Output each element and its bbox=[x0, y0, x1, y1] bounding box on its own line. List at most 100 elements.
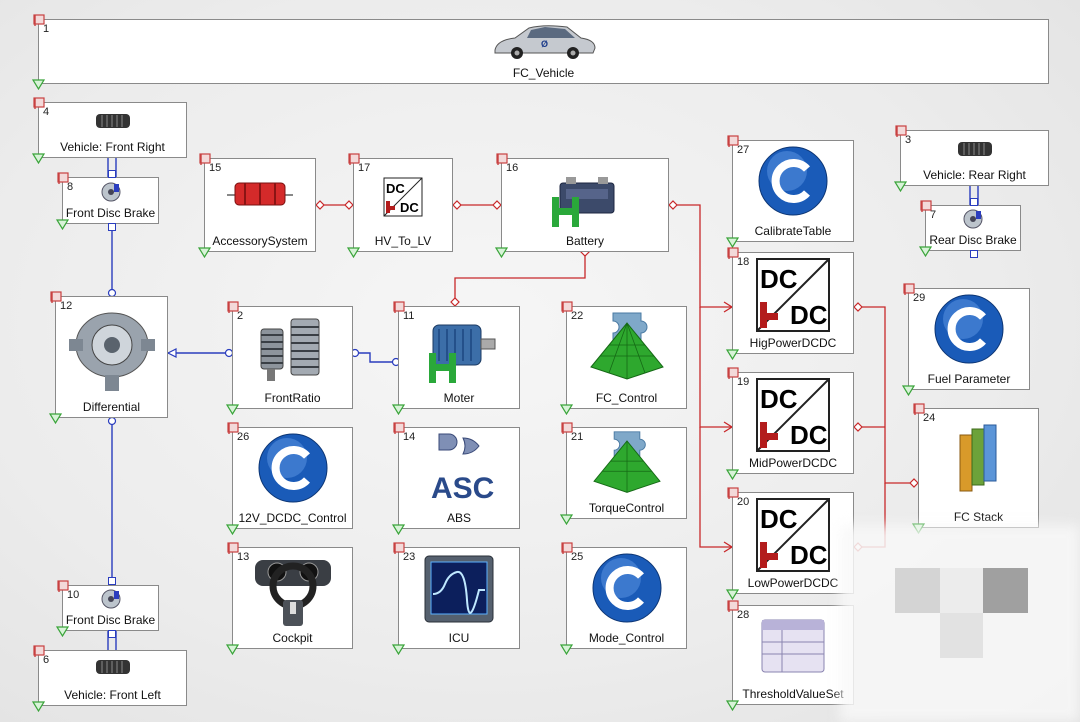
block-flag-icon[interactable] bbox=[496, 153, 508, 165]
block-flag-icon[interactable] bbox=[57, 172, 69, 184]
block-label: TorqueControl bbox=[588, 501, 665, 515]
dcdc-icon: DC DC bbox=[756, 498, 830, 572]
block-port-triangle-icon[interactable] bbox=[726, 699, 739, 711]
block-port-triangle-icon[interactable] bbox=[392, 523, 405, 535]
block-front-disc-brake-8[interactable]: 8 Front Disc Brake bbox=[56, 172, 159, 230]
svg-text:DC: DC bbox=[400, 200, 419, 215]
block-flag-icon[interactable] bbox=[561, 422, 573, 434]
block-port-triangle-icon[interactable] bbox=[560, 643, 573, 655]
block-fc-stack[interactable]: 24 FC Stack bbox=[912, 403, 1039, 534]
svg-text:DC: DC bbox=[386, 181, 405, 196]
block-label: ICU bbox=[448, 631, 470, 645]
block-flag-icon[interactable] bbox=[227, 422, 239, 434]
block-flag-icon[interactable] bbox=[727, 367, 739, 379]
block-accessory-system[interactable]: 15 AccessorySystem bbox=[198, 153, 316, 258]
block-flag-icon[interactable] bbox=[903, 283, 915, 295]
block-flag-icon[interactable] bbox=[393, 542, 405, 554]
block-port-triangle-icon[interactable] bbox=[726, 588, 739, 600]
block-port-triangle-icon[interactable] bbox=[919, 245, 932, 257]
block-port-triangle-icon[interactable] bbox=[894, 180, 907, 192]
block-flag-icon[interactable] bbox=[727, 600, 739, 612]
port-square[interactable] bbox=[108, 170, 116, 178]
block-12v-dcdc-control[interactable]: 26 12V_DCDC_Control bbox=[226, 422, 353, 535]
block-flag-icon[interactable] bbox=[727, 135, 739, 147]
block-fc-vehicle[interactable]: 1 Ø FC_Vehicle bbox=[32, 14, 1049, 90]
block-low-power-dcdc[interactable]: 20 DC DC LowPowerDCDC bbox=[726, 487, 854, 600]
block-front-right[interactable]: 4 Vehicle: Front Right bbox=[32, 97, 187, 164]
block-flag-icon[interactable] bbox=[348, 153, 360, 165]
block-flag-icon[interactable] bbox=[727, 487, 739, 499]
block-threshold-value-set[interactable]: 28 ThresholdValueSet bbox=[726, 600, 854, 711]
block-port-triangle-icon[interactable] bbox=[347, 246, 360, 258]
block-hv-to-lv[interactable]: 17 DC DC HV_To_LV bbox=[347, 153, 453, 258]
block-front-disc-brake-10[interactable]: 10 Front Disc Brake bbox=[56, 580, 159, 637]
block-port-triangle-icon[interactable] bbox=[49, 412, 62, 424]
block-flag-icon[interactable] bbox=[561, 301, 573, 313]
block-cockpit[interactable]: 13 Cockpit bbox=[226, 542, 353, 655]
block-flag-icon[interactable] bbox=[33, 14, 45, 26]
block-port-triangle-icon[interactable] bbox=[392, 643, 405, 655]
block-flag-icon[interactable] bbox=[727, 247, 739, 259]
block-label: HigPowerDCDC bbox=[749, 336, 837, 350]
block-port-triangle-icon[interactable] bbox=[32, 152, 45, 164]
block-port-triangle-icon[interactable] bbox=[226, 643, 239, 655]
block-flag-icon[interactable] bbox=[33, 645, 45, 657]
block-differential[interactable]: 12 Differential bbox=[49, 291, 168, 424]
block-mode-control[interactable]: 25 Mode_Control bbox=[560, 542, 687, 655]
block-hig-power-dcdc[interactable]: 18 DC DC HigPowerDCDC bbox=[726, 247, 854, 360]
block-front-left[interactable]: 6 Vehicle: Front Left bbox=[32, 645, 187, 712]
block-port-triangle-icon[interactable] bbox=[495, 246, 508, 258]
block-torque-control[interactable]: 21 TorqueControl bbox=[560, 422, 687, 525]
port-square[interactable] bbox=[970, 198, 978, 206]
block-flag-icon[interactable] bbox=[227, 542, 239, 554]
block-flag-icon[interactable] bbox=[199, 153, 211, 165]
block-port-triangle-icon[interactable] bbox=[226, 523, 239, 535]
block-flag-icon[interactable] bbox=[50, 291, 62, 303]
mosaic-block bbox=[940, 613, 983, 658]
block-fuel-parameter[interactable]: 29 Fuel Parameter bbox=[902, 283, 1030, 396]
block-calibrate-table[interactable]: 27 CalibrateTable bbox=[726, 135, 854, 248]
block-flag-icon[interactable] bbox=[913, 403, 925, 415]
block-port-triangle-icon[interactable] bbox=[560, 513, 573, 525]
block-fc-control[interactable]: 22 FC_Control bbox=[560, 301, 687, 415]
block-rear-right[interactable]: 3 Vehicle: Rear Right bbox=[894, 125, 1049, 192]
block-battery[interactable]: 16 Battery bbox=[495, 153, 669, 258]
port-square[interactable] bbox=[970, 250, 978, 258]
block-icu[interactable]: 23 ICU bbox=[392, 542, 520, 655]
block-port-triangle-icon[interactable] bbox=[56, 218, 69, 230]
block-flag-icon[interactable] bbox=[393, 422, 405, 434]
block-label: Moter bbox=[443, 391, 475, 405]
block-port-triangle-icon[interactable] bbox=[902, 384, 915, 396]
block-abs[interactable]: 14 ASC ABS bbox=[392, 422, 520, 535]
block-port-triangle-icon[interactable] bbox=[32, 78, 45, 90]
block-flag-icon[interactable] bbox=[920, 200, 932, 212]
block-port-triangle-icon[interactable] bbox=[726, 468, 739, 480]
block-mid-power-dcdc[interactable]: 19 DC DC MidPowerDCDC bbox=[726, 367, 854, 480]
svg-text:DC: DC bbox=[790, 420, 828, 450]
block-flag-icon[interactable] bbox=[561, 542, 573, 554]
block-flag-icon[interactable] bbox=[57, 580, 69, 592]
port-square[interactable] bbox=[108, 223, 116, 231]
block-flag-icon[interactable] bbox=[393, 301, 405, 313]
block-flag-icon[interactable] bbox=[33, 97, 45, 109]
block-port-triangle-icon[interactable] bbox=[56, 625, 69, 637]
tire-icon bbox=[957, 142, 992, 156]
block-port-triangle-icon[interactable] bbox=[226, 403, 239, 415]
port-square[interactable] bbox=[108, 630, 116, 638]
block-port-triangle-icon[interactable] bbox=[32, 700, 45, 712]
block-port-triangle-icon[interactable] bbox=[198, 246, 211, 258]
port-square[interactable] bbox=[108, 577, 116, 585]
block-moter[interactable]: 11 Moter bbox=[392, 301, 520, 415]
surface-puzzle-icon bbox=[592, 431, 661, 493]
block-front-ratio[interactable]: 2 FrontRatio bbox=[226, 301, 353, 415]
svg-text:DC: DC bbox=[760, 264, 798, 294]
motor-icon bbox=[429, 324, 496, 383]
block-label: Differential bbox=[82, 400, 141, 414]
block-port-triangle-icon[interactable] bbox=[560, 403, 573, 415]
block-rear-disc-brake[interactable]: 7 Rear Disc Brake bbox=[919, 200, 1021, 257]
block-port-triangle-icon[interactable] bbox=[392, 403, 405, 415]
block-flag-icon[interactable] bbox=[895, 125, 907, 137]
block-flag-icon[interactable] bbox=[227, 301, 239, 313]
c-script-icon bbox=[258, 433, 327, 503]
block-port-triangle-icon[interactable] bbox=[726, 348, 739, 360]
